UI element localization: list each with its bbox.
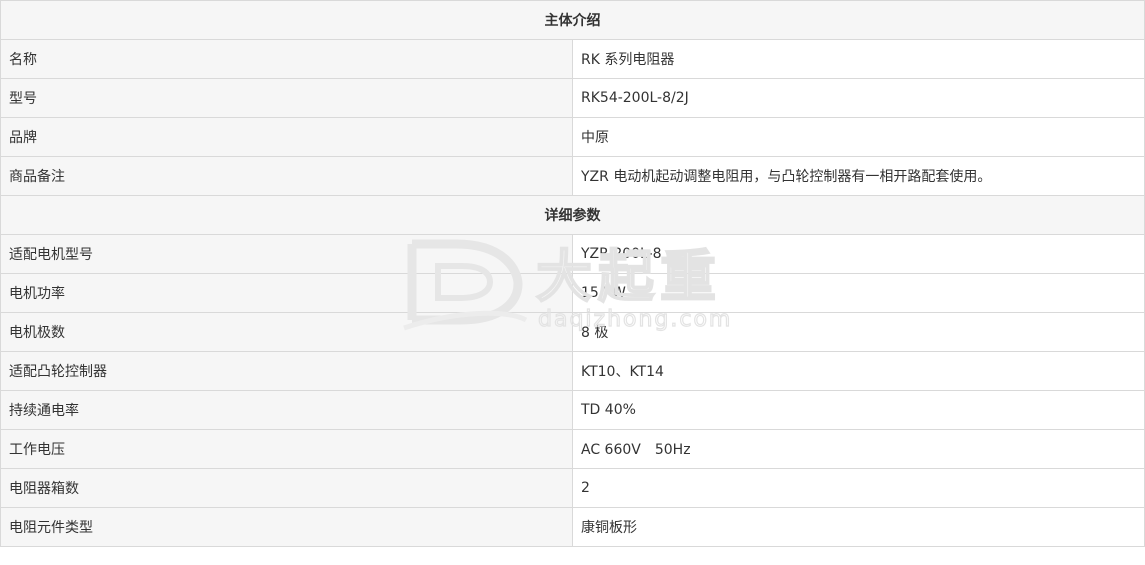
table-row: 电机极数 8 极: [0, 312, 1145, 352]
table-row: 持续通电率 TD 40%: [0, 390, 1145, 430]
row-value: 15 KW: [572, 273, 1145, 313]
row-value: YZR 200L-8: [572, 234, 1145, 274]
table-row: 适配凸轮控制器 KT10、KT14: [0, 351, 1145, 391]
row-label: 电机功率: [0, 273, 573, 313]
row-value: 中原: [572, 117, 1145, 157]
row-label: 工作电压: [0, 429, 573, 469]
row-label: 型号: [0, 78, 573, 118]
row-label: 品牌: [0, 117, 573, 157]
table-row: 型号 RK54-200L-8/2J: [0, 78, 1145, 118]
table-row: 适配电机型号 YZR 200L-8: [0, 234, 1145, 274]
section-title: 详细参数: [0, 195, 1145, 235]
table-row: 电阻器箱数 2: [0, 468, 1145, 508]
row-label: 电机极数: [0, 312, 573, 352]
section-header-row: 详细参数: [0, 195, 1145, 235]
row-label: 电阻元件类型: [0, 507, 573, 547]
row-value: TD 40%: [572, 390, 1145, 430]
row-value: RK 系列电阻器: [572, 39, 1145, 79]
table-row: 电机功率 15 KW: [0, 273, 1145, 313]
row-value: 8 极: [572, 312, 1145, 352]
row-label: 商品备注: [0, 156, 573, 196]
table-row: 商品备注 YZR 电动机起动调整电阻用，与凸轮控制器有一相开路配套使用。: [0, 156, 1145, 196]
table-row: 品牌 中原: [0, 117, 1145, 157]
row-label: 电阻器箱数: [0, 468, 573, 508]
row-label: 适配电机型号: [0, 234, 573, 274]
spec-table: 主体介绍 名称 RK 系列电阻器 型号 RK54-200L-8/2J 品牌 中原…: [0, 0, 1145, 547]
row-value: RK54-200L-8/2J: [572, 78, 1145, 118]
row-label: 适配凸轮控制器: [0, 351, 573, 391]
row-value: 2: [572, 468, 1145, 508]
row-value: 康铜板形: [572, 507, 1145, 547]
row-value: AC 660V 50Hz: [572, 429, 1145, 469]
row-label: 名称: [0, 39, 573, 79]
row-value: YZR 电动机起动调整电阻用，与凸轮控制器有一相开路配套使用。: [572, 156, 1145, 196]
row-label: 持续通电率: [0, 390, 573, 430]
section-header-row: 主体介绍: [0, 0, 1145, 40]
table-row: 名称 RK 系列电阻器: [0, 39, 1145, 79]
table-row: 工作电压 AC 660V 50Hz: [0, 429, 1145, 469]
section-title: 主体介绍: [0, 0, 1145, 40]
row-value: KT10、KT14: [572, 351, 1145, 391]
table-row: 电阻元件类型 康铜板形: [0, 507, 1145, 547]
